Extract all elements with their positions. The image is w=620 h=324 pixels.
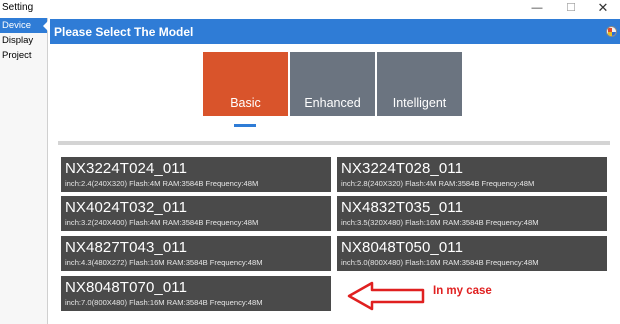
- model-tile-nx8048t050[interactable]: NX8048T050_011 inch:5.0(800X480) Flash:1…: [337, 236, 607, 271]
- model-tile-nx8048t070[interactable]: NX8048T070_011 inch:7.0(800X480) Flash:1…: [61, 276, 331, 311]
- maximize-button[interactable]: ☐: [556, 0, 586, 17]
- model-name: NX4832T035_011: [341, 199, 464, 216]
- active-tab-indicator: [234, 124, 256, 127]
- app-logo-icon: [606, 26, 617, 37]
- close-button[interactable]: ✕: [588, 0, 618, 17]
- model-spec: inch:2.4(240X320) Flash:4M RAM:3584B Fre…: [65, 179, 259, 188]
- model-name: NX4827T043_011: [65, 239, 188, 256]
- minimize-button[interactable]: —: [522, 0, 552, 17]
- annotation-text: In my case: [433, 285, 492, 297]
- sidebar-item-device[interactable]: Device: [0, 18, 48, 33]
- model-tile-nx4024t032[interactable]: NX4024T032_011 inch:3.2(240X400) Flash:4…: [61, 196, 331, 231]
- model-spec: inch:7.0(800X480) Flash:16M RAM:3584B Fr…: [65, 298, 263, 307]
- model-spec: inch:4.3(480X272) Flash:16M RAM:3584B Fr…: [65, 258, 263, 267]
- tab-basic[interactable]: Basic: [203, 52, 288, 116]
- model-name: NX8048T070_011: [65, 279, 188, 296]
- model-tile-nx4832t035[interactable]: NX4832T035_011 inch:3.5(320X480) Flash:1…: [337, 196, 607, 231]
- sidebar-item-label: Device: [2, 20, 32, 31]
- tab-label: Basic: [230, 96, 261, 110]
- model-tile-nx3224t028[interactable]: NX3224T028_011 inch:2.8(240X320) Flash:4…: [337, 157, 607, 192]
- settings-window: Setting — ☐ ✕ Device Display Project Ple…: [0, 0, 620, 324]
- page-title: Please Select The Model: [54, 25, 194, 39]
- sidebar: Device Display Project: [0, 18, 48, 324]
- tab-label: Intelligent: [392, 96, 447, 110]
- model-name: NX4024T032_011: [65, 199, 188, 216]
- model-spec: inch:2.8(240X320) Flash:4M RAM:3584B Fre…: [341, 179, 535, 188]
- model-spec: inch:5.0(800X480) Flash:16M RAM:3584B Fr…: [341, 258, 539, 267]
- sidebar-item-label: Project: [2, 50, 32, 61]
- model-tile-nx3224t024[interactable]: NX3224T024_011 inch:2.4(240X320) Flash:4…: [61, 157, 331, 192]
- sidebar-item-display[interactable]: Display: [0, 33, 47, 48]
- tab-intelligent[interactable]: Intelligent: [377, 52, 462, 116]
- model-tile-nx4827t043[interactable]: NX4827T043_011 inch:4.3(480X272) Flash:1…: [61, 236, 331, 271]
- model-spec: inch:3.5(320X480) Flash:16M RAM:3584B Fr…: [341, 218, 539, 227]
- model-name: NX3224T024_011: [65, 160, 188, 177]
- sidebar-item-label: Display: [2, 35, 34, 46]
- model-name: NX3224T028_011: [341, 160, 464, 177]
- tab-label: Enhanced: [304, 96, 361, 110]
- model-selection-panel: Basic Enhanced Intelligent NX3224T024_01…: [50, 44, 620, 324]
- model-name: NX8048T050_011: [341, 239, 464, 256]
- window-title: Setting: [2, 2, 34, 13]
- annotation-arrow-icon: [347, 281, 425, 311]
- sidebar-item-project[interactable]: Project: [0, 48, 47, 63]
- panel-header: Please Select The Model: [50, 19, 620, 44]
- tab-enhanced[interactable]: Enhanced: [290, 52, 375, 116]
- selected-indicator-icon: [43, 21, 48, 31]
- title-bar: Setting — ☐ ✕: [0, 0, 620, 17]
- section-divider: [58, 141, 610, 145]
- model-spec: inch:3.2(240X400) Flash:4M RAM:3584B Fre…: [65, 218, 259, 227]
